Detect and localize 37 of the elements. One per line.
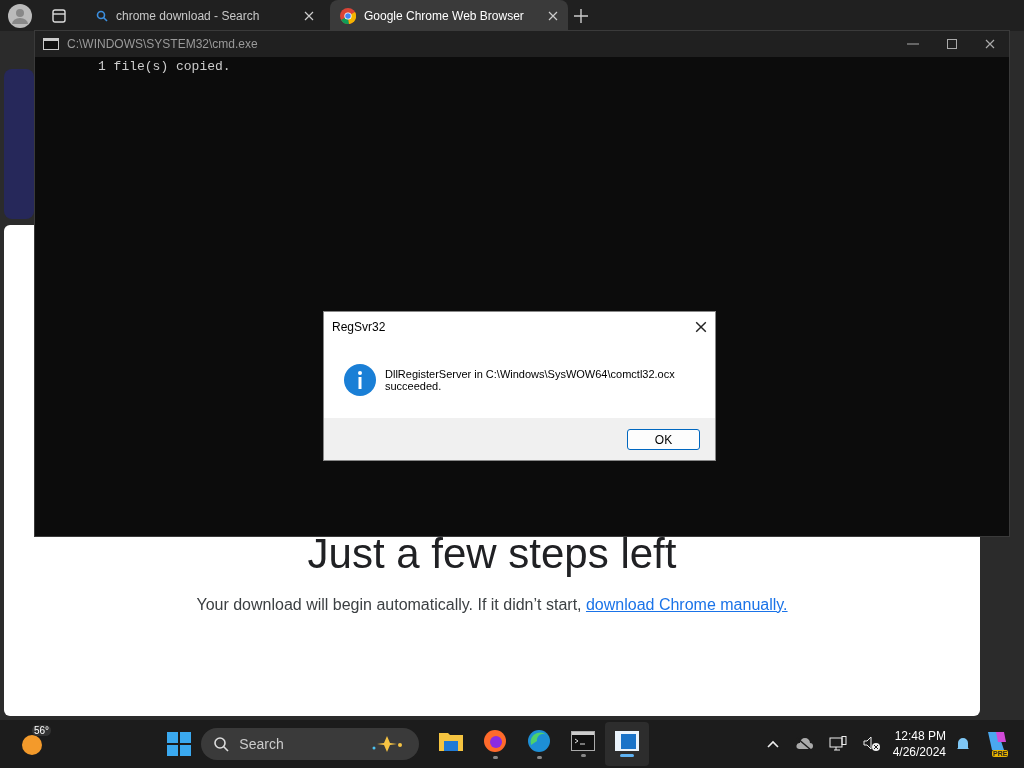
- bell-icon[interactable]: [956, 736, 970, 752]
- clock-time: 12:48 PM: [894, 729, 946, 743]
- folder-icon[interactable]: [438, 730, 465, 752]
- terminal-icon[interactable]: [571, 731, 596, 751]
- taskbar-search-field[interactable]: Search: [201, 728, 420, 760]
- search-icon: [96, 9, 108, 22]
- console-icon: [43, 38, 59, 50]
- taskbar-app-button[interactable]: [605, 722, 650, 766]
- sidebar-icon[interactable]: [52, 8, 66, 23]
- network-icon[interactable]: [828, 736, 847, 752]
- sun-icon: [20, 733, 44, 757]
- clock-date: 4/26/2024: [892, 745, 946, 759]
- info-icon: [344, 364, 376, 396]
- ok-button[interactable]: OK: [627, 429, 700, 450]
- page-text: Your download will begin automatically. If it didn’t start, download Chrome manually.: [196, 596, 788, 614]
- plus-icon[interactable]: [574, 8, 588, 23]
- browser-tab[interactable]: chrome download - Search: [86, 0, 324, 31]
- fox-globe-icon[interactable]: [483, 729, 508, 753]
- avatar-icon[interactable]: [8, 3, 32, 28]
- close-icon[interactable]: [695, 321, 707, 333]
- page-heading: Just a few steps left: [307, 530, 677, 578]
- windows-start-icon[interactable]: [167, 732, 192, 756]
- window-title: C:\WINDOWS\SYSTEM32\cmd.exe: [67, 37, 258, 51]
- window-icon[interactable]: [615, 731, 640, 751]
- cloud-off-icon[interactable]: [794, 737, 813, 751]
- chevron-up-icon[interactable]: [766, 740, 779, 748]
- search-icon: [213, 736, 230, 752]
- browser-tab[interactable]: Google Chrome Web Browser: [330, 0, 568, 31]
- dialog-message: DllRegisterServer in C:\Windows\SysWOW64\comctl32.ocx succeeded.: [385, 368, 675, 392]
- chrome-logo-icon: [340, 7, 356, 24]
- close-icon[interactable]: [985, 39, 995, 49]
- maximize-icon[interactable]: [947, 39, 957, 49]
- download-link[interactable]: download Chrome manually.: [585, 596, 788, 613]
- dialog-title: RegSvr32: [332, 320, 386, 334]
- speaker-muted-icon[interactable]: [862, 736, 881, 752]
- console-line: 1 file(s) copied.: [98, 59, 232, 74]
- wave-globe-icon[interactable]: [527, 729, 552, 753]
